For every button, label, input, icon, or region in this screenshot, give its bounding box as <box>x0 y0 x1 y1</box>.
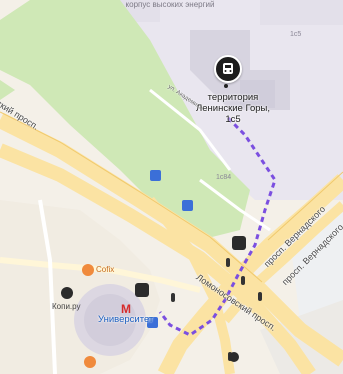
pin-point <box>224 84 228 88</box>
traffic-light-icon <box>226 258 230 267</box>
selected-place-label: территория Ленинские Горы, 1с5 <box>196 92 270 125</box>
bus-stop-icon[interactable] <box>150 170 161 181</box>
building-pin-icon <box>223 63 233 74</box>
bus-stop-icon[interactable] <box>182 200 193 211</box>
cofix-icon <box>82 264 94 276</box>
building-number-2: 1с84 <box>216 174 232 181</box>
poi-icon-right[interactable] <box>229 352 239 362</box>
kopi-label: Копи.ру <box>52 302 81 311</box>
kopi-icon <box>61 287 73 299</box>
building-number-1: 1с5 <box>290 31 302 38</box>
cofix-label: Cofix <box>96 265 115 274</box>
traffic-light-icon <box>258 292 262 301</box>
map-base-layer <box>0 0 343 374</box>
traffic-camera-icon[interactable] <box>135 283 149 297</box>
selected-place-pin[interactable] <box>214 55 242 83</box>
traffic-camera-icon[interactable] <box>232 236 246 250</box>
map-view[interactable]: корпус высоких энергий 1с5 1с84 ул. Акад… <box>0 0 343 374</box>
traffic-light-icon <box>171 293 175 302</box>
poi-icon-bottom[interactable] <box>84 356 96 368</box>
campus-label: корпус высоких энергий <box>125 0 215 9</box>
metro-station-label[interactable]: Университет <box>98 314 153 325</box>
traffic-light-icon <box>241 276 245 285</box>
